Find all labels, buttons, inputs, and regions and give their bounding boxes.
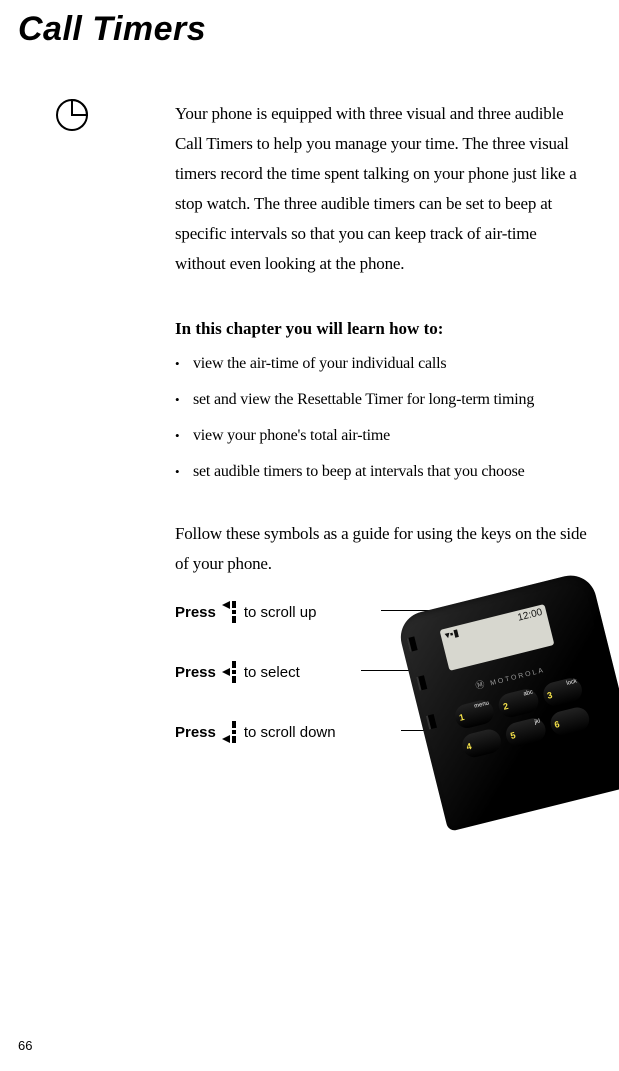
phone-side-button [426, 714, 437, 730]
phone-key: 1menu [453, 698, 497, 731]
phone-key: 6 [548, 705, 592, 738]
list-item: view the air-time of your individual cal… [175, 353, 591, 375]
select-icon [222, 661, 238, 683]
phone-key: 4 [460, 727, 504, 760]
list-item: view your phone's total air-time [175, 425, 591, 447]
scroll-down-icon [222, 721, 238, 743]
phone-key: 2abc [497, 687, 541, 720]
phone-screen: ▾▪▮ 12:00 [439, 604, 554, 671]
press-action-text: to scroll down [244, 724, 336, 741]
press-scroll-up: Press to scroll up [175, 601, 316, 623]
press-label: Press [175, 724, 216, 741]
page-title: Call Timers [18, 10, 619, 49]
press-scroll-down: Press to scroll down [175, 721, 336, 743]
scroll-up-icon [222, 601, 238, 623]
phone-key: 3lock [541, 676, 585, 709]
sub-heading: In this chapter you will learn how to: [175, 319, 591, 339]
phone-side-button [416, 675, 427, 691]
press-action-text: to scroll up [244, 604, 317, 621]
press-label: Press [175, 604, 216, 621]
phone-screen-signal: ▾▪▮ [444, 628, 467, 668]
follow-text: Follow these symbols as a guide for usin… [175, 519, 591, 579]
press-label: Press [175, 664, 216, 681]
phone-side-button [407, 636, 418, 652]
list-item: set and view the Resettable Timer for lo… [175, 389, 591, 411]
bullet-list: view the air-time of your individual cal… [175, 353, 591, 483]
press-action-text: to select [244, 664, 300, 681]
key-guide: Press to scroll up Press [175, 601, 591, 851]
clock-icon [55, 98, 89, 137]
phone-key: 5jkl [504, 716, 548, 749]
press-select: Press to select [175, 661, 300, 683]
phone-screen-time: 12:00 [517, 607, 550, 650]
page-number: 66 [18, 1038, 32, 1053]
phone-illustration: ▾▪▮ 12:00 Ⓜ MOTOROLA 1menu 2abc 3lock [395, 570, 619, 832]
list-item: set audible timers to beep at intervals … [175, 461, 591, 483]
intro-paragraph: Your phone is equipped with three visual… [175, 99, 591, 279]
